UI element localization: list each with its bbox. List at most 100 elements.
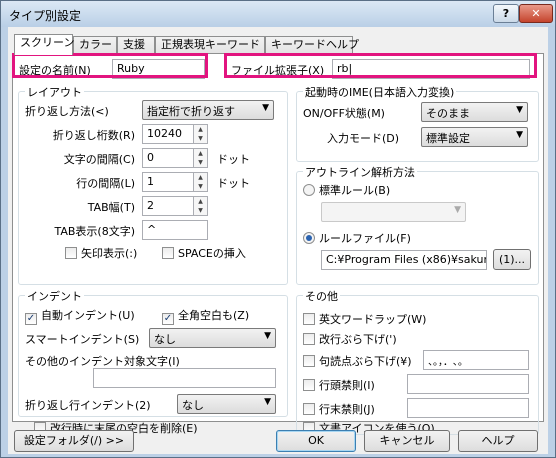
- indent-group-title: インデント: [25, 288, 84, 304]
- tail-kinsoku-input[interactable]: [407, 398, 529, 418]
- other-indent-chars-label: その他のインデント対象文字(I): [25, 355, 180, 368]
- wrap-cols-spinner[interactable]: ▲ ▼: [194, 124, 208, 144]
- kinsoku-wrap-label: 改行ぶら下げ('): [319, 333, 397, 346]
- other-indent-chars-input[interactable]: [93, 368, 276, 388]
- tab-width-spinner[interactable]: ▲ ▼: [194, 196, 208, 216]
- wrap-indent-label: 折り返し行インデント(2): [25, 399, 151, 412]
- line-spacing-label: 行の間隔(L): [76, 177, 135, 190]
- chevron-down-icon: ▼: [262, 103, 269, 113]
- tail-kinsoku-checkbox[interactable]: 行末禁則(J): [303, 401, 375, 417]
- ime-group: 起動時のIME(日本語入力変換) ON/OFF状態(M) そのまま ▼ 入力モード…: [296, 84, 539, 162]
- line-spacing-spinner[interactable]: ▲ ▼: [194, 172, 208, 192]
- line-spacing-unit: ドット: [217, 177, 250, 190]
- line-spacing-input[interactable]: 1: [142, 172, 194, 192]
- arrow-display-checkbox[interactable]: 矢印表示(:): [65, 245, 137, 261]
- outline-group-title: アウトライン解析方法: [303, 164, 417, 180]
- head-kinsoku-checkbox[interactable]: 行頭禁則(I): [303, 377, 375, 393]
- char-spacing-unit: ドット: [217, 153, 250, 166]
- screen-tab-page: 設定の名前(N) Ruby ファイル拡張子(X) rb| レイアウト 折り返し方…: [12, 53, 544, 435]
- layout-group: レイアウト 折り返し方法(<) 指定桁で折り返す ▼ 折り返し桁数(R) 1024…: [18, 84, 288, 285]
- fullwidth-space-label: 全角空白も(Z): [178, 309, 250, 322]
- tab-display-input[interactable]: ^: [142, 220, 208, 240]
- title-bar[interactable]: タイプ別設定 ? ✕: [1, 1, 555, 27]
- help-button[interactable]: ヘルプ: [458, 430, 538, 452]
- tab-width-label: TAB幅(T): [87, 201, 135, 214]
- wrap-method-label: 折り返し方法(<): [25, 105, 109, 118]
- head-kinsoku-label: 行頭禁則(I): [319, 379, 375, 392]
- chevron-down-icon: ▼: [264, 397, 271, 407]
- tab-screen[interactable]: スクリーン: [14, 34, 74, 55]
- ime-mode-select[interactable]: 標準設定 ▼: [421, 127, 528, 147]
- highlight-setting-name: [12, 53, 208, 78]
- standard-rule-radio[interactable]: 標準ルール(B): [303, 182, 390, 198]
- wrap-cols-input[interactable]: 10240: [142, 124, 194, 144]
- smart-indent-select[interactable]: なし ▼: [149, 328, 276, 348]
- tab-support[interactable]: 支援: [117, 36, 155, 54]
- standard-rule-label: 標準ルール(B): [319, 184, 391, 197]
- wrap-indent-select[interactable]: なし ▼: [177, 394, 276, 414]
- ime-onoff-label: ON/OFF状態(M): [303, 107, 385, 120]
- ime-mode-value: 標準設定: [426, 132, 470, 145]
- ok-button[interactable]: OK: [276, 430, 356, 452]
- checkbox-box: [303, 333, 315, 345]
- tab-display-label: TAB表示(8文字): [54, 225, 135, 238]
- smart-indent-label: スマートインデント(S): [25, 333, 140, 346]
- standard-rule-select[interactable]: ▼: [321, 202, 466, 222]
- radio-circle: [303, 184, 315, 196]
- insert-space-label: SPACEの挿入: [178, 247, 246, 260]
- rule-file-browse-button[interactable]: (1)...: [493, 249, 531, 270]
- checkbox-box: [303, 313, 315, 325]
- layout-group-title: レイアウト: [25, 84, 84, 100]
- wrap-method-value: 指定桁で折り返す: [147, 105, 235, 118]
- chevron-down-icon: ▼: [516, 105, 523, 115]
- head-kinsoku-input[interactable]: [407, 374, 529, 394]
- tab-keyword-help[interactable]: キーワードヘルプ: [265, 36, 359, 54]
- dialog-client: スクリーン カラー 支援 正規表現キーワード キーワードヘルプ 設定の名前(N)…: [8, 27, 548, 454]
- wrap-method-select[interactable]: 指定桁で折り返す ▼: [142, 100, 274, 120]
- auto-indent-checkbox[interactable]: ✓ 自動インデント(U): [25, 307, 135, 325]
- smart-indent-value: なし: [154, 333, 176, 346]
- misc-group: その他 英文ワードラップ(W) 改行ぶら下げ(') 句読点ぶら下げ(¥) 、。，…: [296, 288, 539, 435]
- rule-file-label: ルールファイル(F): [319, 232, 411, 245]
- highlight-file-ext: [224, 53, 537, 78]
- chevron-down-icon: ▼: [516, 130, 523, 140]
- char-spacing-label: 文字の間隔(C): [63, 153, 135, 166]
- checkbox-box: [65, 247, 77, 259]
- close-icon[interactable]: ✕: [519, 4, 553, 23]
- word-wrap-label: 英文ワードラップ(W): [319, 313, 427, 326]
- indent-group: インデント ✓ 自動インデント(U) ✓ 全角空白も(Z) スマートインデント(S)…: [18, 288, 288, 417]
- tab-color[interactable]: カラー: [73, 36, 117, 54]
- tail-kinsoku-label: 行末禁則(J): [319, 403, 375, 416]
- type-settings-dialog: タイプ別設定 ? ✕ スクリーン カラー 支援 正規表現キーワード キーワードヘ…: [0, 0, 556, 458]
- tab-regex-keyword[interactable]: 正規表現キーワード: [155, 36, 265, 54]
- chevron-down-icon: ▼: [454, 205, 461, 215]
- wrap-indent-value: なし: [182, 399, 204, 412]
- outline-group: アウトライン解析方法 標準ルール(B) ▼ ルールファイル(F) C:¥Prog…: [296, 164, 539, 285]
- arrow-display-label: 矢印表示(:): [81, 247, 138, 260]
- kinsoku-wrap-checkbox[interactable]: 改行ぶら下げ('): [303, 331, 397, 347]
- chevron-down-icon: ▼: [264, 331, 271, 341]
- word-wrap-checkbox[interactable]: 英文ワードラップ(W): [303, 311, 426, 327]
- wrap-cols-label: 折り返し桁数(R): [52, 129, 135, 142]
- cancel-button[interactable]: キャンセル: [364, 430, 450, 452]
- checkmark-icon: ✓: [162, 313, 174, 325]
- checkmark-icon: ✓: [25, 313, 37, 325]
- rule-file-radio[interactable]: ルールファイル(F): [303, 230, 411, 246]
- kuten-chars-input[interactable]: 、。，．､｡: [423, 350, 529, 370]
- char-spacing-input[interactable]: 0: [142, 148, 194, 168]
- ime-onoff-select[interactable]: そのまま ▼: [421, 102, 528, 122]
- ime-onoff-value: そのまま: [426, 107, 470, 120]
- help-title-button[interactable]: ?: [493, 4, 519, 23]
- settings-folder-button[interactable]: 設定フォルダ(/) >>: [14, 430, 134, 452]
- kuten-wrap-label: 句読点ぶら下げ(¥): [319, 355, 412, 368]
- rule-file-path-input[interactable]: C:¥Program Files (x86)¥sakura: [321, 250, 487, 270]
- kuten-wrap-checkbox[interactable]: 句読点ぶら下げ(¥): [303, 353, 412, 369]
- auto-indent-label: 自動インデント(U): [41, 309, 135, 322]
- checkbox-box: [162, 247, 174, 259]
- tab-width-input[interactable]: 2: [142, 196, 194, 216]
- checkbox-box: [303, 355, 315, 367]
- char-spacing-spinner[interactable]: ▲ ▼: [194, 148, 208, 168]
- insert-space-checkbox[interactable]: SPACEの挿入: [162, 245, 246, 261]
- window-title: タイプ別設定: [9, 9, 82, 23]
- fullwidth-space-checkbox[interactable]: ✓ 全角空白も(Z): [162, 307, 249, 325]
